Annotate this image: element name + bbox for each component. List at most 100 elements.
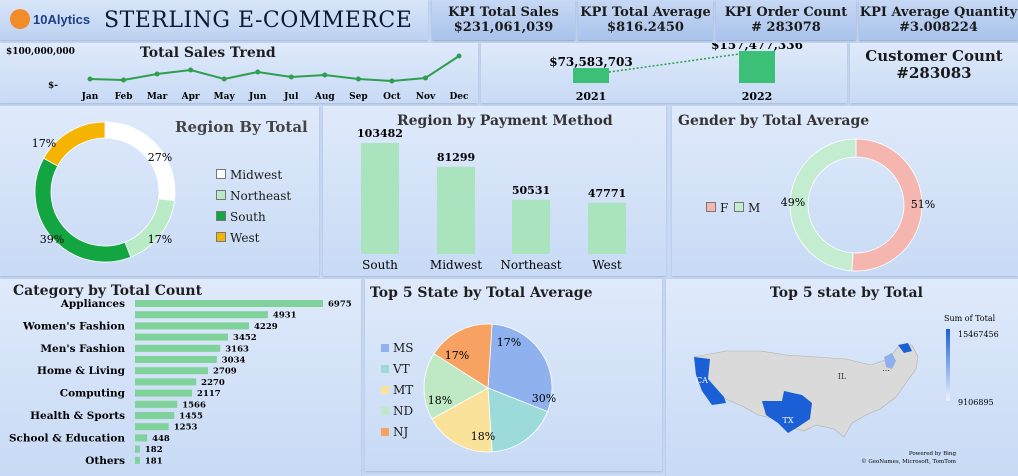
- category-count-chart: 6975 4931422934523163 30342709227021171566…: [9, 298, 352, 467]
- slice-label: 18%: [471, 430, 495, 443]
- year-value-label: $73,583,703: [549, 55, 633, 69]
- kpi-average-quantity: KPI Average Quantity #3.008224: [859, 0, 1018, 40]
- customer-count-label: Customer Count: [865, 47, 1003, 65]
- payment-category-label: Northeast: [500, 258, 561, 272]
- category-bar: [135, 300, 323, 307]
- legend-swatch: [381, 344, 389, 352]
- category-label: Men's Fashion: [40, 343, 125, 355]
- trend-point: [188, 67, 194, 73]
- legend-item-midwest: Midwest: [216, 168, 282, 182]
- legend-swatch: [381, 407, 389, 415]
- legend-item-m: M: [734, 201, 760, 215]
- map-credit-bing: Powered by Bing: [909, 451, 957, 457]
- category-label: Home & Living: [37, 365, 126, 377]
- state-label-xxx: ...: [882, 364, 890, 373]
- trend-point: [255, 69, 261, 75]
- month-label: May: [214, 92, 236, 102]
- legend-swatch: [216, 211, 226, 221]
- sales-trend-panel: Total Sales Trend $100,000,000 $- Jan Feb…: [0, 43, 478, 103]
- legend-swatch: [381, 428, 389, 436]
- trend-point: [121, 77, 127, 83]
- legend-label: Northeast: [230, 189, 292, 203]
- category-value-label: 3452: [233, 333, 257, 343]
- y-tick-label: $100,000,000: [6, 47, 75, 57]
- category-bar: [135, 445, 140, 453]
- category-bar: [135, 434, 148, 442]
- trend-point: [355, 76, 361, 82]
- legend-item-mt: MT: [381, 383, 413, 397]
- legend-item-northeast: Northeast: [216, 189, 291, 203]
- legend-item-vt: VT: [381, 362, 410, 376]
- trend-point: [422, 75, 428, 81]
- gender-panel: Gender by Total Average 51% 49% FM: [672, 106, 1018, 276]
- legend-label: Midwest: [230, 168, 283, 182]
- payment-value-label: 81299: [437, 151, 475, 164]
- category-bar: [135, 456, 140, 464]
- kpi-total-average: KPI Total Average $816.2450: [578, 0, 713, 40]
- year-bar: [739, 51, 775, 83]
- legend-item-west: West: [216, 231, 259, 245]
- category-bar: [135, 412, 175, 419]
- legend-label: MT: [393, 383, 414, 397]
- legend-label: West: [230, 231, 260, 245]
- legend-item-nj: NJ: [381, 425, 408, 439]
- payment-value-label: 50531: [512, 184, 550, 197]
- kpi-label: KPI Average Quantity: [859, 5, 1018, 20]
- yearly-sales-panel: $73,583,703 2021 $157,477,336 2022: [481, 43, 847, 103]
- month-label: Aug: [314, 92, 336, 102]
- slice-label: 17%: [148, 233, 172, 246]
- slice-label: 39%: [40, 233, 64, 246]
- legend-item-f: F: [706, 201, 728, 215]
- slice-label: 18%: [428, 394, 452, 407]
- logo: 10Alytics: [10, 9, 90, 29]
- slice-label: 17%: [497, 336, 521, 349]
- category-bar: [135, 344, 221, 352]
- customer-count-value: #283083: [896, 64, 972, 82]
- category-value-label: 2117: [197, 389, 221, 399]
- payment-category-label: Midwest: [430, 258, 482, 272]
- month-label: Dec: [449, 92, 469, 102]
- year-label: 2021: [576, 90, 607, 103]
- legend-swatch: [216, 190, 226, 200]
- slice-northeast: [124, 198, 175, 258]
- month-label: Nov: [416, 92, 436, 102]
- year-bar: [573, 68, 609, 83]
- slice-label: 51%: [911, 198, 935, 211]
- legend-swatch: [706, 202, 716, 212]
- header-banner: 10Alytics STERLING E-COMMERCE: [0, 0, 428, 40]
- payment-bar: [588, 202, 626, 254]
- kpi-value: $816.2450: [607, 20, 684, 35]
- category-bar: [135, 389, 193, 397]
- category-label: School & Education: [9, 432, 125, 444]
- state-label-ca: CA: [696, 376, 708, 385]
- map-legend-gradient: [946, 329, 950, 401]
- dashboard-title: STERLING E-COMMERCE: [104, 8, 413, 33]
- trend-point: [87, 76, 93, 82]
- top5-state-map-panel: Top 5 state by Total CA TX IL... Sum of To…: [666, 279, 1018, 476]
- kpi-value: # 283078: [751, 20, 821, 35]
- legend-swatch: [734, 202, 744, 212]
- payment-category-label: South: [362, 258, 398, 272]
- legend-item-nd: ND: [381, 404, 413, 418]
- trend-point: [288, 74, 294, 80]
- slice-label: 17%: [32, 137, 56, 150]
- month-label: Feb: [115, 92, 133, 102]
- month-label: Apr: [181, 92, 200, 102]
- legend-swatch: [381, 365, 389, 373]
- category-value-label: 6975: [328, 300, 352, 310]
- map-legend-max: 15467456: [958, 330, 999, 339]
- category-bar: [135, 322, 249, 330]
- category-value-label: 4931: [273, 311, 297, 321]
- kpi-label: KPI Total Average: [580, 5, 711, 20]
- payment-value-label: 47771: [588, 187, 626, 200]
- category-bar: [135, 333, 229, 341]
- y-tick-label: $-: [48, 81, 58, 91]
- slice-label: 17%: [445, 349, 469, 362]
- month-label: Jul: [283, 92, 299, 102]
- trend-point: [221, 76, 227, 82]
- payment-category-label: West: [592, 258, 622, 272]
- category-value-label: 4229: [254, 322, 278, 332]
- legend-label: ND: [393, 404, 414, 418]
- legend-label: F: [720, 201, 729, 215]
- legend-label: VT: [393, 362, 410, 376]
